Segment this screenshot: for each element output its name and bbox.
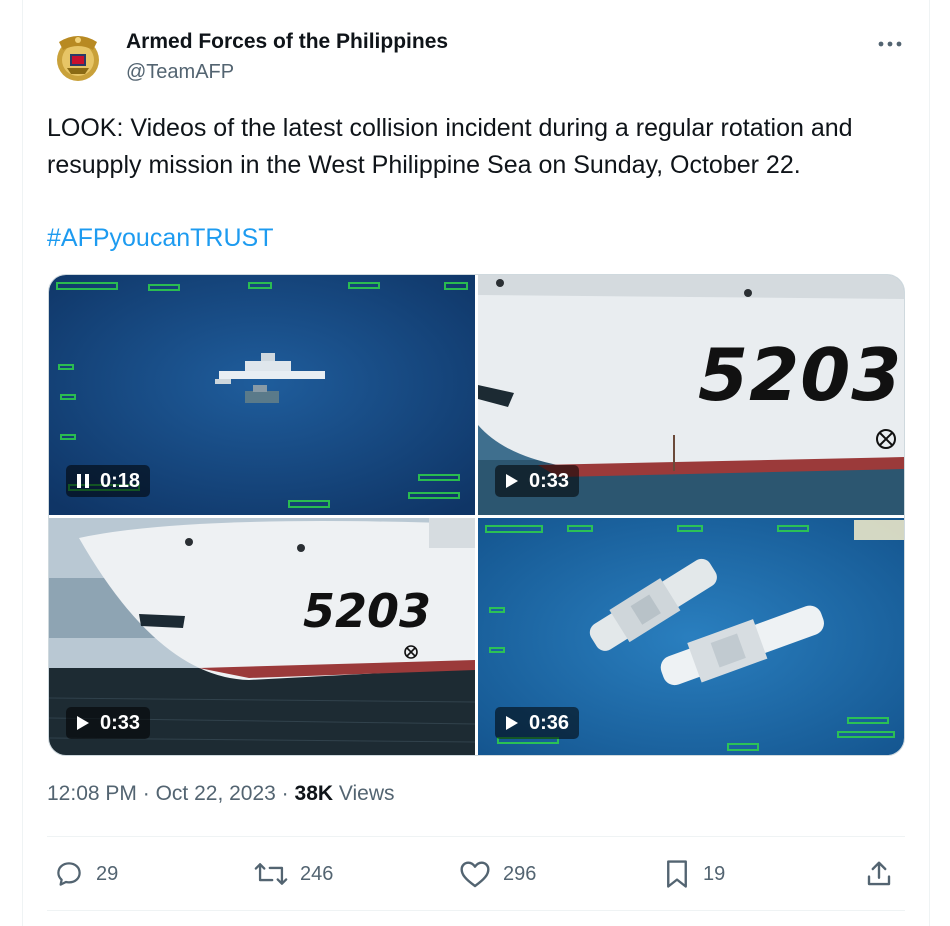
tweet-meta: 12:08 PM · Oct 22, 2023 · 38K Views bbox=[47, 782, 395, 806]
more-icon bbox=[878, 41, 902, 47]
hull-number-text: 5203 bbox=[303, 584, 432, 638]
share-button[interactable] bbox=[864, 856, 894, 892]
divider bbox=[47, 836, 905, 837]
tweet-text: LOOK: Videos of the latest collision inc… bbox=[47, 114, 853, 179]
play-icon bbox=[77, 716, 89, 730]
play-icon bbox=[506, 716, 518, 730]
video-duration: 0:33 bbox=[529, 469, 570, 492]
reply-icon bbox=[57, 862, 81, 886]
share-icon bbox=[867, 861, 891, 886]
reply-count: 29 bbox=[96, 862, 119, 885]
media-grid: 0:18 5203 0:33 5203 0:33 0:36 bbox=[48, 274, 905, 756]
like-count: 296 bbox=[503, 862, 537, 885]
video-duration-badge: 0:33 bbox=[495, 465, 580, 497]
divider bbox=[47, 910, 905, 911]
heart-icon bbox=[460, 861, 490, 888]
author-handle[interactable]: @TeamAFP bbox=[126, 61, 234, 84]
bookmark-button[interactable]: 19 bbox=[663, 856, 725, 892]
play-icon bbox=[506, 474, 518, 488]
like-button[interactable]: 296 bbox=[459, 856, 536, 892]
video-duration: 0:33 bbox=[100, 711, 141, 734]
retweet-count: 246 bbox=[300, 862, 334, 885]
hashtag-link[interactable]: #AFPyoucanTRUST bbox=[47, 222, 273, 254]
views-count: 38K bbox=[294, 782, 334, 805]
avatar[interactable] bbox=[48, 28, 108, 88]
hull-number-text: 5203 bbox=[698, 333, 903, 417]
pause-icon bbox=[77, 474, 89, 488]
views-label: Views bbox=[338, 782, 395, 805]
afp-seal-icon bbox=[57, 36, 99, 81]
bookmark-icon bbox=[667, 860, 687, 888]
reply-button[interactable]: 29 bbox=[54, 856, 118, 892]
video-duration-badge: 0:36 bbox=[495, 707, 580, 739]
video-tile-1[interactable]: 0:18 bbox=[49, 275, 475, 515]
author-name[interactable]: Armed Forces of the Philippines bbox=[126, 30, 448, 54]
meta-separator: · bbox=[281, 782, 289, 805]
video-tile-2[interactable]: 5203 0:33 bbox=[478, 275, 904, 515]
retweet-icon bbox=[254, 863, 288, 885]
tweet-date[interactable]: Oct 22, 2023 bbox=[156, 782, 276, 805]
video-duration-badge: 0:33 bbox=[66, 707, 151, 739]
meta-separator: · bbox=[142, 782, 150, 805]
video-tile-3[interactable]: 5203 0:33 bbox=[49, 518, 475, 755]
bookmark-count: 19 bbox=[703, 862, 726, 885]
tweet-time[interactable]: 12:08 PM bbox=[47, 782, 137, 805]
more-options-button[interactable] bbox=[872, 30, 908, 58]
retweet-button[interactable]: 246 bbox=[254, 856, 333, 892]
video-duration: 0:36 bbox=[529, 711, 570, 734]
video-duration: 0:18 bbox=[100, 469, 141, 492]
video-duration-badge: 0:18 bbox=[66, 465, 151, 497]
video-tile-4[interactable]: 0:36 bbox=[478, 518, 904, 755]
